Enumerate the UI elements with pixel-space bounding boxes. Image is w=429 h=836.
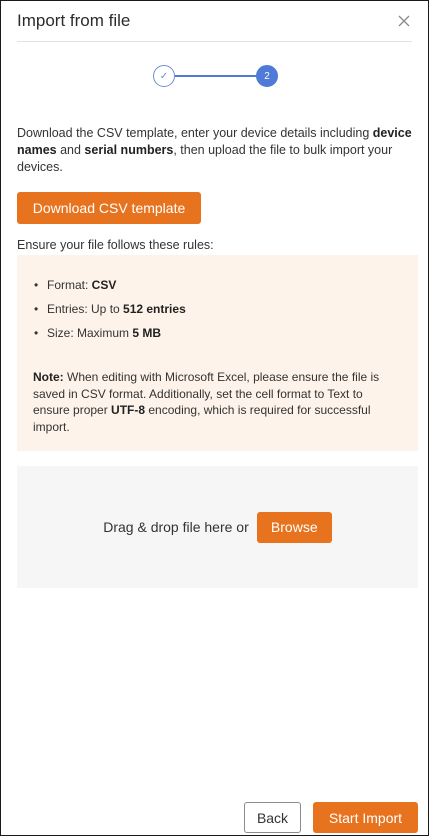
rule-format: Format: CSV [33,273,402,297]
note-utf8: UTF-8 [111,403,146,417]
back-button[interactable]: Back [244,802,301,833]
rule-entries: Entries: Up to 512 entries [33,297,402,321]
download-csv-template-button[interactable]: Download CSV template [17,192,201,224]
progress-stepper: ✓ 2 [153,65,278,87]
step-1-completed: ✓ [153,65,175,87]
note-label: Note: [33,370,64,384]
dialog-header: Import from file [17,1,412,42]
check-icon: ✓ [159,70,169,82]
file-dropzone[interactable]: Drag & drop file here or Browse [17,466,418,588]
dropzone-text: Drag & drop file here or [103,519,249,535]
rule-entries-value: 512 entries [123,302,186,316]
rule-entries-label: Entries: Up to [47,302,124,316]
step-2-current: 2 [256,65,278,87]
intro-bold-serial-numbers: serial numbers [84,143,174,157]
rule-size: Size: Maximum 5 MB [33,321,402,345]
close-icon-glyph [398,15,410,27]
rule-format-value: CSV [91,278,117,292]
import-dialog: Import from file ✓ 2 Download the CSV te… [0,0,429,836]
close-icon[interactable] [396,13,412,29]
intro-part2: and [56,143,85,157]
step-connector [175,75,257,77]
intro-part1: Download the CSV template, enter your de… [17,126,373,140]
rule-size-label: Size: Maximum [47,326,133,340]
rules-list: Format: CSV Entries: Up to 512 entries S… [33,273,402,345]
rule-format-label: Format: [47,278,92,292]
rules-box: Format: CSV Entries: Up to 512 entries S… [17,255,418,451]
step-2-number: 2 [264,70,270,82]
excel-note: Note: When editing with Microsoft Excel,… [33,369,402,435]
rules-heading: Ensure your file follows these rules: [17,238,214,252]
start-import-button[interactable]: Start Import [313,802,418,833]
rule-size-value: 5 MB [132,326,162,340]
dialog-title: Import from file [17,11,131,30]
intro-text: Download the CSV template, enter your de… [17,125,413,176]
browse-button[interactable]: Browse [256,511,332,543]
